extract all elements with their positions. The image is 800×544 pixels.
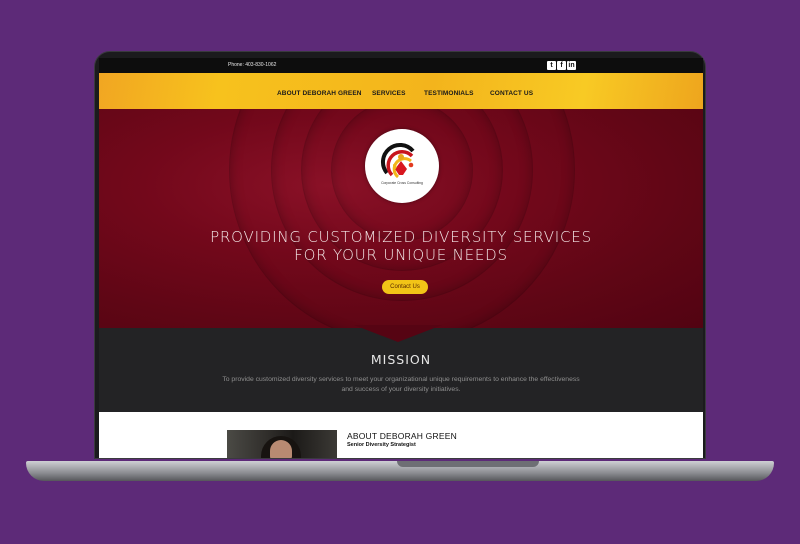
hero-headline-line2: FOR YOUR UNIQUE NEEDS xyxy=(294,246,508,264)
facebook-icon[interactable]: f xyxy=(557,61,566,70)
nav-about[interactable]: ABOUT DEBORAH GREEN xyxy=(277,90,362,97)
hero-headline-line1: PROVIDING CUSTOMIZED DIVERSITY SERVICES xyxy=(210,228,592,246)
nav-contact[interactable]: CONTACT US xyxy=(490,90,533,97)
about-subtitle: Senior Diversity Strategist xyxy=(347,442,416,448)
logo-emblem-icon xyxy=(381,143,415,179)
about-section: ABOUT DEBORAH GREEN Senior Diversity Str… xyxy=(99,412,703,458)
website-screen: Phone: 403-830-1062 t f in ABOUT DEBORAH… xyxy=(99,58,703,458)
hero-pointer xyxy=(354,325,442,342)
phone-number: Phone: 403-830-1062 xyxy=(228,62,277,68)
linkedin-icon[interactable]: in xyxy=(567,61,576,70)
logo-tagline: Corporate Cross Consulting xyxy=(381,181,423,185)
deborah-photo xyxy=(227,430,337,458)
company-logo[interactable]: Corporate Cross Consulting xyxy=(365,129,439,203)
screen-bezel: Phone: 403-830-1062 t f in ABOUT DEBORAH… xyxy=(94,51,706,459)
mission-title: MISSION xyxy=(370,352,432,367)
about-title: ABOUT DEBORAH GREEN xyxy=(347,431,457,441)
nav-services[interactable]: SERVICES xyxy=(372,90,406,97)
laptop-frame: Phone: 403-830-1062 t f in ABOUT DEBORAH… xyxy=(26,51,774,481)
contact-us-button[interactable]: Contact Us xyxy=(382,280,428,294)
social-links: t f in xyxy=(547,61,576,70)
laptop-notch xyxy=(397,461,539,467)
main-navigation: ABOUT DEBORAH GREEN SERVICES TESTIMONIAL… xyxy=(99,73,703,109)
twitter-icon[interactable]: t xyxy=(547,61,556,70)
top-bar: Phone: 403-830-1062 t f in xyxy=(99,58,703,73)
mission-text: To provide customized diversity services… xyxy=(222,376,580,393)
nav-testimonials[interactable]: TESTIMONIALS xyxy=(424,90,474,97)
